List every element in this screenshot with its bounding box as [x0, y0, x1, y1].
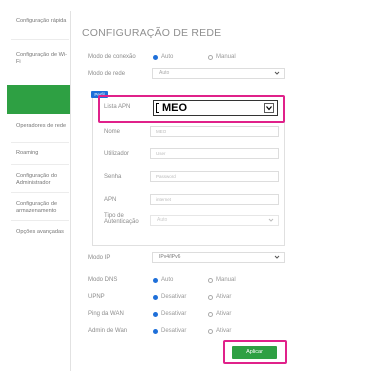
user-label: Utilizador: [104, 151, 130, 157]
sidebar-item-label: Operadores de rede: [16, 123, 67, 129]
divider: [11, 220, 69, 221]
upnp-enable-radio[interactable]: [208, 295, 213, 300]
connection-mode-auto-radio[interactable]: [153, 55, 158, 60]
apn-list-highlight: [98, 95, 285, 123]
sidebar: Configuração rápida Configuração de Wi-F…: [7, 11, 71, 371]
admin-wan-disable-radio[interactable]: [153, 329, 158, 334]
chevron-down-icon: [274, 71, 280, 75]
ping-wan-disable-radio[interactable]: [153, 312, 158, 317]
chevron-down-icon: [268, 218, 274, 222]
sidebar-item-label: Configuração de Wi-Fi: [16, 52, 67, 65]
upnp-disable-label: Desativar: [161, 294, 187, 300]
sidebar-item-network-active[interactable]: [7, 85, 70, 114]
admin-wan-disable-label: Desativar: [161, 328, 187, 334]
admin-wan-enable-label: Ativar: [216, 328, 232, 334]
dns-mode-manual-radio[interactable]: [208, 278, 213, 283]
sidebar-item-label: Configuração rápida: [16, 18, 67, 24]
connection-mode-auto-label: Auto: [161, 54, 174, 60]
sidebar-item-quick-setup[interactable]: Configuração rápida: [7, 18, 70, 25]
sidebar-item-advanced[interactable]: Opções avançadas: [7, 229, 70, 236]
auth-type-select[interactable]: Auto: [150, 215, 279, 226]
chevron-down-icon: [274, 255, 280, 259]
dns-mode-auto-radio[interactable]: [153, 278, 158, 283]
network-mode-select[interactable]: Auto: [152, 68, 285, 79]
divider: [11, 192, 69, 193]
divider: [11, 142, 69, 143]
name-label: Nome: [104, 129, 121, 135]
sidebar-item-roaming[interactable]: Roaming: [7, 150, 70, 157]
dns-mode-label: Modo DNS: [88, 277, 118, 283]
password-input[interactable]: Password: [150, 171, 279, 182]
auth-type-value: Auto: [157, 217, 168, 223]
sidebar-item-wifi[interactable]: Configuração de Wi-Fi: [7, 52, 70, 66]
sidebar-item-operators[interactable]: Operadores de rede: [7, 123, 70, 130]
ping-wan-disable-label: Desativar: [161, 311, 187, 317]
network-mode-value: Auto: [159, 70, 170, 76]
sidebar-item-label: Configuração de armazenamento: [16, 201, 58, 214]
connection-mode-label: Modo de conexão: [88, 54, 136, 60]
network-mode-label: Modo de rede: [88, 71, 126, 77]
upnp-label: UPNP: [88, 294, 105, 300]
connection-mode-manual-label: Manual: [216, 54, 236, 60]
divider: [11, 164, 69, 165]
admin-wan-enable-radio[interactable]: [208, 329, 213, 334]
sidebar-item-admin[interactable]: Configuração do Administrador: [7, 173, 70, 187]
dns-mode-manual-label: Manual: [216, 277, 236, 283]
ip-mode-label: Modo IP: [88, 255, 111, 261]
upnp-enable-label: Ativar: [216, 294, 232, 300]
page-title: CONFIGURAÇÃO DE REDE: [82, 27, 222, 39]
admin-wan-label: Admin de Wan: [88, 328, 128, 334]
dns-mode-auto-label: Auto: [161, 277, 174, 283]
ping-wan-enable-label: Ativar: [216, 311, 232, 317]
name-input[interactable]: MEO: [150, 126, 279, 137]
connection-mode-manual-radio[interactable]: [208, 55, 213, 60]
ip-mode-select[interactable]: IPv4/IPv6: [152, 252, 285, 263]
password-label: Senha: [104, 174, 122, 180]
sidebar-item-storage[interactable]: Configuração de armazenamento: [7, 201, 70, 215]
apn-label: APN: [104, 197, 117, 203]
apply-button[interactable]: Aplicar: [232, 346, 277, 359]
apn-input[interactable]: internet: [150, 194, 279, 205]
sidebar-item-label: Roaming: [16, 150, 39, 156]
upnp-disable-radio[interactable]: [153, 295, 158, 300]
divider: [11, 39, 69, 40]
auth-type-label: Tipo de Autenticação: [104, 213, 139, 225]
ip-mode-value: IPv4/IPv6: [159, 254, 181, 260]
ping-wan-label: Ping da WAN: [88, 311, 124, 317]
user-input[interactable]: User: [150, 148, 279, 159]
sidebar-item-label: Opções avançadas: [16, 229, 64, 235]
ping-wan-enable-radio[interactable]: [208, 312, 213, 317]
sidebar-item-label: Configuração do Administrador: [16, 173, 58, 186]
